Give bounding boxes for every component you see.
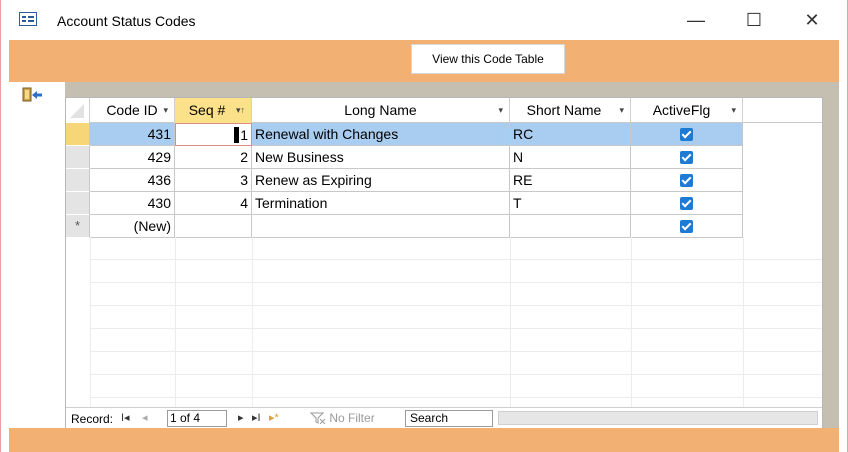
maximize-button[interactable]: ☐ <box>739 8 769 34</box>
chevron-down-icon[interactable]: ▾ <box>163 98 168 122</box>
active-flg-cell[interactable] <box>631 192 743 215</box>
new-record-row[interactable]: * (New) <box>66 215 743 238</box>
short-name-cell[interactable] <box>510 215 631 238</box>
checkbox-checked-icon[interactable] <box>680 197 693 210</box>
column-header-row: Code ID ▾ Seq # ▾↑ Long Name ▾ Short Nam… <box>66 98 822 123</box>
record-navigation-bar: Record: I◂ ◂ 1 of 4 ▸ ▸I ▸* No Filter Se… <box>66 407 822 428</box>
code-id-cell[interactable]: 431 <box>90 123 175 146</box>
close-button[interactable]: ✕ <box>797 8 827 34</box>
grid-divider <box>631 237 632 407</box>
chevron-down-icon[interactable]: ▾ <box>731 98 736 122</box>
first-record-icon[interactable]: I◂ <box>121 411 130 424</box>
title-bar[interactable]: Account Status Codes — ☐ ✕ <box>1 0 847 40</box>
view-code-table-button[interactable]: View this Code Table <box>411 44 565 74</box>
text-cursor <box>234 127 240 143</box>
new-record-icon[interactable]: ▸* <box>269 411 279 424</box>
seq-cell[interactable]: 1 <box>175 123 252 146</box>
exit-form-icon[interactable] <box>21 86 43 104</box>
new-record-marker[interactable]: * <box>66 215 90 238</box>
select-all-corner[interactable] <box>66 98 90 123</box>
horizontal-scrollbar[interactable] <box>498 411 818 425</box>
code-id-cell[interactable]: 430 <box>90 192 175 215</box>
next-record-icon[interactable]: ▸ <box>238 411 244 424</box>
table-row[interactable]: 430 4 Termination T <box>66 192 743 215</box>
record-position-input[interactable]: 1 of 4 <box>167 410 227 427</box>
short-name-cell[interactable]: T <box>510 192 631 215</box>
column-header-code-id[interactable]: Code ID ▾ <box>90 98 175 123</box>
grid-divider <box>743 237 744 407</box>
long-name-cell[interactable]: Renewal with Changes <box>252 123 510 146</box>
long-name-cell[interactable] <box>252 215 510 238</box>
checkbox-checked-icon[interactable] <box>680 174 693 187</box>
record-selector[interactable] <box>66 169 90 192</box>
long-name-cell[interactable]: Renew as Expiring <box>252 169 510 192</box>
datasheet[interactable]: Code ID ▾ Seq # ▾↑ Long Name ▾ Short Nam… <box>65 97 823 428</box>
short-name-cell[interactable]: RC <box>510 123 631 146</box>
code-id-cell[interactable]: 429 <box>90 146 175 169</box>
checkbox-checked-icon[interactable] <box>680 220 693 233</box>
column-header-short-name[interactable]: Short Name ▾ <box>510 98 631 123</box>
column-header-long-name[interactable]: Long Name ▾ <box>252 98 510 123</box>
short-name-cell[interactable]: RE <box>510 169 631 192</box>
detail-left-panel <box>9 82 65 428</box>
chevron-down-icon[interactable]: ▾ <box>619 98 624 122</box>
code-id-cell[interactable]: 436 <box>90 169 175 192</box>
window-title: Account Status Codes <box>57 13 196 29</box>
sort-ascending-icon[interactable]: ▾↑ <box>236 98 245 122</box>
form-footer <box>9 428 839 452</box>
table-row[interactable]: 436 3 Renew as Expiring RE <box>66 169 743 192</box>
checkbox-checked-icon[interactable] <box>680 151 693 164</box>
active-flg-cell[interactable] <box>631 123 743 146</box>
active-flg-cell[interactable] <box>631 215 743 238</box>
chevron-down-icon[interactable]: ▾ <box>498 98 503 122</box>
table-row[interactable]: 429 2 New Business N <box>66 146 743 169</box>
long-name-cell[interactable]: New Business <box>252 146 510 169</box>
column-header-active-flg[interactable]: ActiveFlg ▾ <box>631 98 743 123</box>
short-name-cell[interactable]: N <box>510 146 631 169</box>
grid-divider <box>510 237 511 407</box>
table-row[interactable]: 431 1 Renewal with Changes RC <box>66 123 743 146</box>
code-id-cell[interactable]: (New) <box>90 215 175 238</box>
seq-cell[interactable] <box>175 215 252 238</box>
previous-record-icon[interactable]: ◂ <box>142 411 148 424</box>
grid-divider <box>252 237 253 407</box>
filter-icon <box>309 412 326 425</box>
long-name-cell[interactable]: Termination <box>252 192 510 215</box>
record-selector[interactable] <box>66 146 90 169</box>
active-flg-cell[interactable] <box>631 169 743 192</box>
form-icon <box>19 12 37 26</box>
seq-cell[interactable]: 4 <box>175 192 252 215</box>
no-filter-button[interactable]: No Filter <box>309 411 375 425</box>
checkbox-checked-icon[interactable] <box>680 128 693 141</box>
record-selector[interactable] <box>66 192 90 215</box>
seq-cell[interactable]: 3 <box>175 169 252 192</box>
column-header-seq[interactable]: Seq # ▾↑ <box>175 98 252 123</box>
record-selector[interactable] <box>66 123 90 146</box>
search-input[interactable]: Search <box>405 410 493 427</box>
last-record-icon[interactable]: ▸I <box>252 411 261 424</box>
access-form-window: Account Status Codes — ☐ ✕ View this Cod… <box>0 0 848 452</box>
empty-grid-area <box>66 237 822 407</box>
grid-divider <box>175 237 176 407</box>
seq-cell[interactable]: 2 <box>175 146 252 169</box>
record-label: Record: <box>71 412 114 426</box>
minimize-button[interactable]: — <box>681 8 711 34</box>
grid-divider <box>90 237 91 407</box>
active-flg-cell[interactable] <box>631 146 743 169</box>
